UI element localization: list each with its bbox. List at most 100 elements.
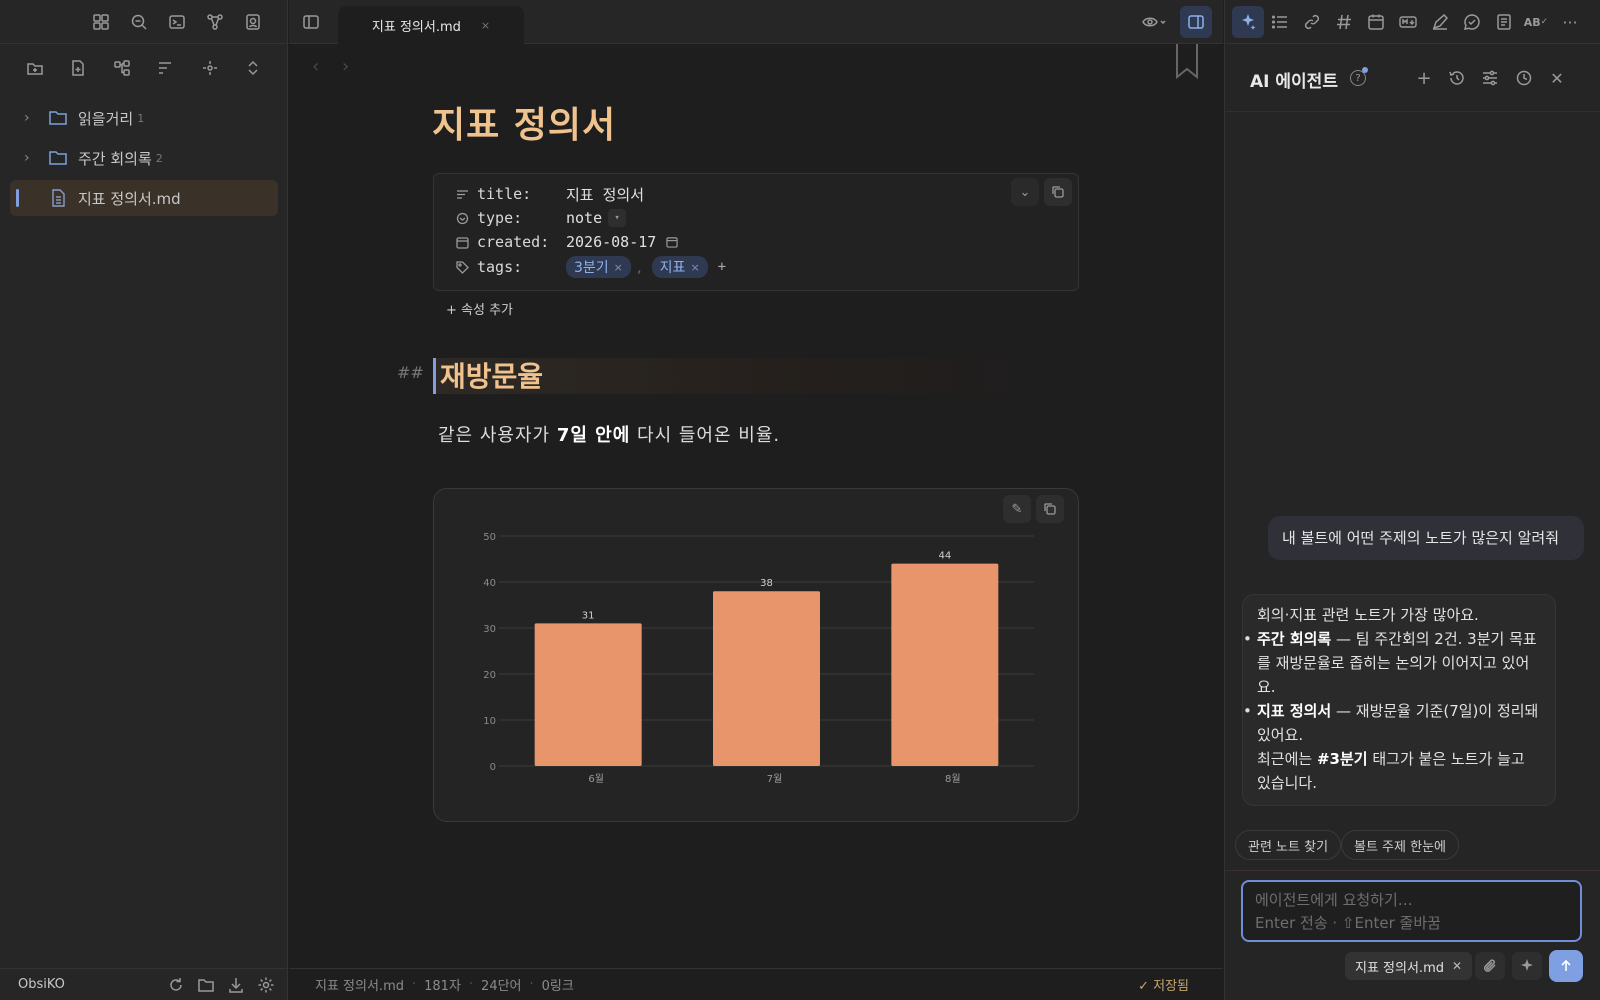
property-key: created:	[477, 233, 550, 251]
right-toolbar: AB ✓ ···	[1224, 0, 1600, 44]
settings-gear-icon[interactable]	[252, 971, 280, 999]
folder-icon	[48, 109, 68, 127]
paragraph[interactable]: 같은 사용자가 7일 안에 다시 들어온 비율.	[438, 421, 780, 447]
sort-icon[interactable]	[151, 54, 179, 82]
tree-label: 읽을거리	[78, 109, 134, 128]
chat-bubble-icon[interactable]	[1458, 8, 1486, 36]
note-title[interactable]: 지표 정의서	[432, 96, 616, 148]
reading-view-icon[interactable]	[1135, 8, 1175, 36]
spellcheck-icon[interactable]: AB ✓	[1522, 8, 1550, 36]
ai-sparkle-icon[interactable]	[1232, 6, 1264, 38]
sliders-icon[interactable]	[1476, 64, 1504, 92]
status-bar: 지표 정의서.md · 181자 · 24단어 · 0링크 ✓ 저장됨	[289, 968, 1223, 1000]
remove-context-icon[interactable]: ✕	[1452, 959, 1462, 973]
copy-icon[interactable]	[1044, 178, 1072, 206]
left-footer: ObsiKO	[0, 968, 288, 1000]
property-value[interactable]: 지표 정의서	[566, 184, 644, 205]
x-tick-label: 8월	[945, 773, 961, 785]
reply-item-title: 주간 회의록	[1257, 630, 1332, 648]
history-icon[interactable]	[1443, 64, 1471, 92]
new-folder-icon[interactable]	[21, 54, 49, 82]
property-key: title:	[477, 185, 532, 203]
tree-folder-reading[interactable]: › 읽을거리 1	[10, 100, 278, 136]
property-type[interactable]: type: note ▾	[456, 206, 627, 230]
reply-tag[interactable]: #3분기	[1317, 750, 1368, 768]
property-value[interactable]: note	[566, 209, 602, 227]
x-tick-label: 7월	[767, 773, 783, 785]
collapse-expand-icon[interactable]	[239, 54, 267, 82]
calendar-icon[interactable]	[1362, 8, 1390, 36]
tab-active-note[interactable]: 지표 정의서.md ×	[338, 6, 524, 44]
sidebar-toggle-icon[interactable]	[297, 8, 325, 36]
folder-icon[interactable]	[192, 971, 220, 999]
reply-outro: 최근에는 #3분기 태그가 붙은 노트가 늘고 있습니다.	[1257, 750, 1525, 792]
tag-remove-icon[interactable]: ×	[614, 261, 623, 274]
reply-list: 주간 회의록 — 팀 주간회의 2건. 3분기 목표를 재방문율로 좁히는 논의…	[1243, 627, 1541, 747]
agent-input[interactable]: 에이전트에게 요청하기… Enter 전송 · ⇧Enter 줄바꿈	[1241, 880, 1582, 942]
pen-draw-icon[interactable]	[1426, 8, 1454, 36]
bookmark-icon[interactable]	[1175, 44, 1199, 80]
sync-icon[interactable]	[162, 971, 190, 999]
terminal-icon[interactable]	[163, 8, 191, 36]
input-hint: Enter 전송 · ⇧Enter 줄바꿈	[1255, 914, 1441, 932]
more-options-icon[interactable]: ···	[1556, 8, 1584, 36]
new-note-icon[interactable]	[64, 54, 92, 82]
tag-label: 지표	[659, 260, 686, 276]
tag-chip[interactable]: 지표 ×	[651, 256, 708, 278]
property-title[interactable]: title: 지표 정의서	[456, 182, 644, 206]
add-property-button[interactable]: + 속성 추가	[434, 295, 525, 321]
list-item: 지표 정의서 — 재방문율 기준(7일)이 정리돼 있어요.	[1243, 699, 1541, 747]
tag-chip[interactable]: 3분기 ×	[566, 256, 631, 278]
link-icon[interactable]	[1298, 8, 1326, 36]
hashtag-icon[interactable]	[1330, 8, 1358, 36]
chevron-down-icon[interactable]: ⌄	[1011, 178, 1039, 206]
data-label: 44	[938, 551, 951, 562]
x-tick-label: 6월	[588, 773, 604, 785]
suggestion-chip-vault-topics[interactable]: 볼트 주제 한눈에	[1341, 830, 1459, 860]
nav-back-icon[interactable]: ‹	[312, 56, 319, 77]
reply-intro: 회의·지표 관련 노트가 가장 많아요.	[1257, 606, 1479, 624]
document-icon[interactable]	[1490, 8, 1518, 36]
new-chat-icon[interactable]: +	[1410, 64, 1438, 92]
sparkle-icon[interactable]	[1512, 952, 1542, 980]
add-tag-button[interactable]: +	[718, 259, 726, 275]
suggestion-chip-related-notes[interactable]: 관련 노트 찾기	[1235, 830, 1342, 860]
chart-block[interactable]: ✎ 0 10 20 30 40 50 31 6월 38 7월 44 8월	[433, 488, 1079, 822]
clock-icon[interactable]	[1510, 64, 1538, 92]
heading-marker: ##	[397, 363, 424, 382]
tab-close-icon[interactable]: ×	[481, 19, 490, 32]
reveal-active-icon[interactable]	[196, 54, 224, 82]
nav-forward-icon[interactable]: ›	[342, 56, 349, 77]
outline-list-icon[interactable]	[1266, 8, 1294, 36]
download-icon[interactable]	[222, 971, 250, 999]
tab-label: 지표 정의서.md	[371, 19, 461, 35]
paragraph-text: 같은 사용자가	[438, 425, 557, 446]
send-button[interactable]	[1549, 950, 1583, 982]
tree-folder-weekly[interactable]: › 주간 회의록 2	[10, 140, 278, 176]
y-tick-label: 40	[483, 578, 496, 589]
bar	[534, 623, 642, 766]
calendar-picker-icon[interactable]	[666, 236, 678, 248]
right-sidebar-toggle-icon[interactable]	[1180, 6, 1212, 38]
property-value[interactable]: 2026-08-17	[566, 233, 656, 251]
left-ribbon	[0, 0, 288, 44]
dropdown-caret-icon[interactable]: ▾	[608, 209, 627, 227]
vault-name[interactable]: ObsiKO	[18, 977, 65, 992]
close-icon[interactable]: ✕	[1543, 64, 1571, 92]
tree-label: 주간 회의록	[78, 149, 152, 168]
context-file-chip[interactable]: 지표 정의서.md ✕	[1345, 952, 1473, 980]
heading-2[interactable]: 재방문율	[440, 355, 543, 395]
markdown-icon[interactable]	[1394, 8, 1422, 36]
tag-separator: ,	[636, 258, 642, 276]
search-icon[interactable]	[125, 8, 153, 36]
dashboard-icon[interactable]	[87, 8, 115, 36]
contact-card-icon[interactable]	[239, 8, 267, 36]
arrow-up-icon	[1561, 959, 1571, 971]
canvas-icon[interactable]	[108, 54, 136, 82]
attach-paperclip-icon[interactable]	[1475, 952, 1505, 980]
property-tags[interactable]: tags: 3분기 × , 지표 × +	[456, 255, 726, 279]
property-created[interactable]: created: 2026-08-17	[456, 230, 678, 254]
tree-file-metrics[interactable]: 지표 정의서.md	[10, 180, 278, 216]
tag-remove-icon[interactable]: ×	[690, 261, 699, 274]
graph-icon[interactable]	[201, 8, 229, 36]
